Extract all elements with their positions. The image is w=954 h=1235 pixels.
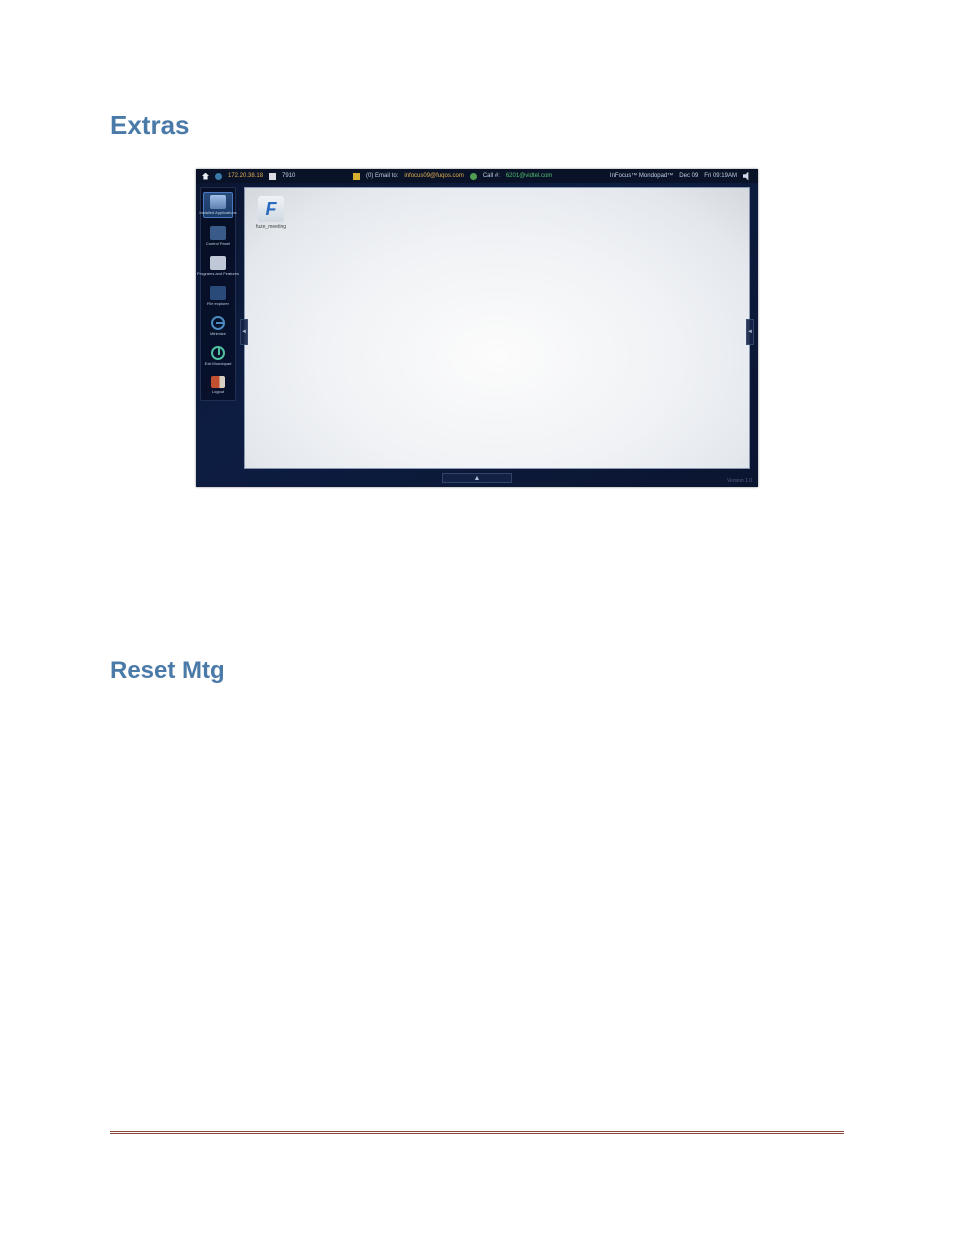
- heading-extras: Extras: [110, 110, 844, 141]
- topbar-center: (0) Email to: infocus09@fuqos.com Call #…: [353, 173, 552, 180]
- sidebar-label: Installed Applications: [199, 211, 236, 215]
- right-expand-tab[interactable]: ◄: [746, 319, 754, 345]
- apps-icon: [210, 195, 226, 209]
- top-bar: 172.20.38.18 7910 (0) Email to: infocus0…: [196, 169, 758, 183]
- sidebar-label: Programs and Features: [197, 272, 239, 276]
- home-icon[interactable]: [202, 173, 209, 180]
- network-icon[interactable]: [215, 173, 222, 180]
- sidebar-item-exit[interactable]: Exit Mondopad: [203, 344, 233, 368]
- topbar-left: 172.20.38.18 7910: [202, 173, 295, 180]
- sidebar-label: Exit Mondopad: [205, 362, 232, 366]
- sidebar-item-programs[interactable]: Programs and Features: [203, 254, 233, 278]
- lock-icon: [269, 173, 276, 180]
- fuze-icon: F: [258, 196, 284, 222]
- product-name: InFocus™ Mondopad™: [610, 173, 673, 179]
- main-canvas: F fuze_meeting: [244, 187, 750, 469]
- time-text: Fri 09:19AM: [704, 173, 737, 179]
- programs-icon: [210, 256, 226, 270]
- topbar-right: InFocus™ Mondopad™ Dec 09 Fri 09:19AM: [610, 172, 752, 181]
- logout-icon: [211, 376, 225, 388]
- control-panel-icon: [210, 226, 226, 240]
- screenshot-container: 172.20.38.18 7910 (0) Email to: infocus0…: [196, 169, 758, 487]
- fuze-label: fuze_meeting: [256, 224, 286, 230]
- call-prefix: Call #:: [483, 173, 500, 179]
- sidebar-item-minimize[interactable]: Minimize: [203, 314, 233, 338]
- minimize-icon: [211, 316, 225, 330]
- speaker-icon[interactable]: [743, 172, 752, 181]
- email-prefix: (0) Email to:: [366, 173, 398, 179]
- left-expand-tab[interactable]: ◄: [240, 319, 248, 345]
- footer-divider: [110, 1131, 844, 1135]
- sidebar: Installed Applications Control Panel Pro…: [200, 187, 236, 401]
- call-icon[interactable]: [470, 173, 477, 180]
- sidebar-label: File explorer: [207, 302, 229, 306]
- ip-address: 172.20.38.18: [228, 173, 263, 179]
- email-address: infocus09@fuqos.com: [404, 173, 463, 179]
- call-address: 6201@vidtel.com: [506, 173, 552, 179]
- sidebar-label: Minimize: [210, 332, 226, 336]
- power-icon: [211, 346, 225, 360]
- sidebar-item-logout[interactable]: Logout: [203, 374, 233, 396]
- sidebar-item-applications[interactable]: Installed Applications: [203, 192, 233, 218]
- bottom-expand-tab[interactable]: ▲: [442, 473, 512, 483]
- sidebar-label: Logout: [212, 390, 224, 394]
- sidebar-label: Control Panel: [206, 242, 230, 246]
- date-text: Dec 09: [679, 173, 698, 179]
- port-text: 7910: [282, 173, 295, 179]
- sidebar-item-control-panel[interactable]: Control Panel: [203, 224, 233, 248]
- app-shortcut-fuze[interactable]: F fuze_meeting: [255, 196, 287, 230]
- sidebar-item-file-explorer[interactable]: File explorer: [203, 284, 233, 308]
- version-text: Version 1.0: [727, 478, 752, 484]
- mail-icon[interactable]: [353, 173, 360, 180]
- file-explorer-icon: [210, 286, 226, 300]
- heading-reset-mtg: Reset Mtg: [110, 657, 844, 685]
